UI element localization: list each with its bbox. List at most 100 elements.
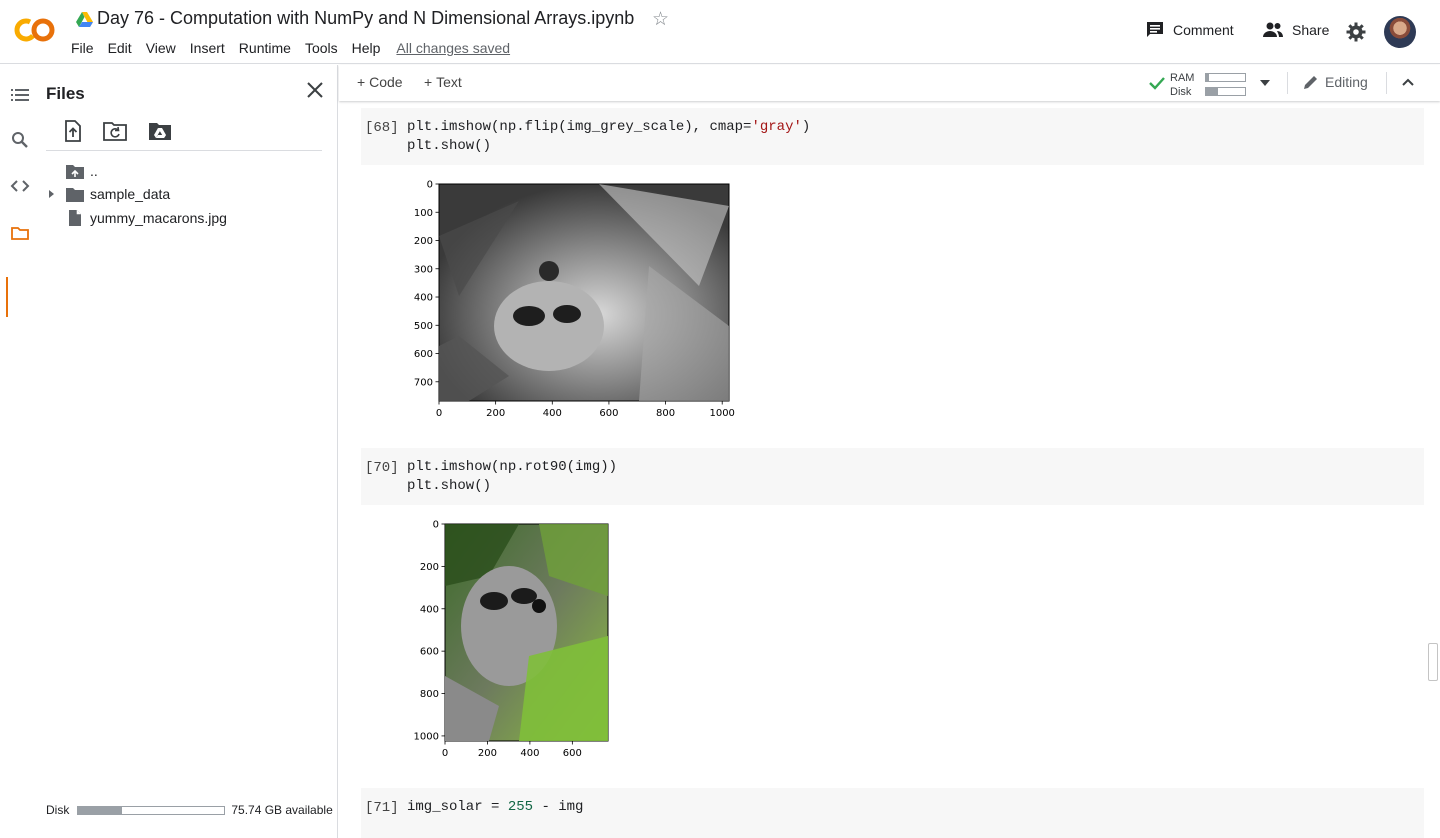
y-tick-label: 800 bbox=[420, 689, 439, 700]
cell-execution-count: [71] bbox=[365, 800, 399, 816]
cell-output-plot: 0 100 200 300 400 500 600 700 0 200 400 600 800 1000 bbox=[399, 176, 739, 431]
menu-bar: File Edit View Insert Runtime Tools Help… bbox=[71, 40, 524, 56]
add-code-button[interactable]: + Code bbox=[357, 74, 403, 90]
gear-icon[interactable] bbox=[1346, 22, 1366, 42]
user-avatar[interactable] bbox=[1384, 16, 1416, 48]
y-tick-label: 700 bbox=[414, 377, 433, 388]
refresh-folder-icon[interactable] bbox=[103, 120, 127, 142]
y-tick-label: 400 bbox=[420, 604, 439, 615]
y-tick-label: 1000 bbox=[414, 731, 439, 742]
menu-file[interactable]: File bbox=[71, 40, 94, 56]
dropdown-icon[interactable] bbox=[1260, 80, 1270, 86]
add-text-button[interactable]: + Text bbox=[424, 74, 462, 90]
pencil-icon bbox=[1304, 76, 1317, 89]
code-editor[interactable]: plt.imshow(np.rot90(img)) plt.show() bbox=[407, 458, 617, 496]
x-tick-label: 400 bbox=[520, 748, 539, 759]
y-tick-label: 0 bbox=[427, 180, 433, 191]
y-tick-label: 200 bbox=[420, 562, 439, 573]
disk-available: 75.74 GB available bbox=[231, 803, 333, 817]
x-tick-label: 0 bbox=[436, 408, 442, 419]
code-cell[interactable]: [71] img_solar = 255 - img bbox=[361, 788, 1424, 838]
mount-drive-icon[interactable] bbox=[148, 120, 172, 142]
menu-runtime[interactable]: Runtime bbox=[239, 40, 291, 56]
code-text: ) bbox=[801, 119, 811, 135]
plus-icon: + bbox=[424, 74, 437, 90]
expand-arrow-icon[interactable] bbox=[46, 189, 56, 199]
menu-view[interactable]: View bbox=[146, 40, 176, 56]
chevron-up-icon[interactable] bbox=[1402, 78, 1414, 86]
add-text-label: Text bbox=[436, 74, 462, 90]
menu-insert[interactable]: Insert bbox=[190, 40, 225, 56]
disk-usage-bar bbox=[1205, 87, 1246, 96]
editing-label: Editing bbox=[1325, 74, 1368, 90]
x-axis-ticks: 0 200 400 600 bbox=[442, 741, 582, 759]
code-text: img_solar = bbox=[407, 799, 508, 815]
cell-output-plot: 0 200 400 600 800 1000 0 200 400 600 bbox=[399, 516, 659, 771]
code-text: plt.show() bbox=[407, 138, 492, 154]
notebook-title[interactable]: Day 76 - Computation with NumPy and N Di… bbox=[97, 8, 634, 29]
y-tick-label: 100 bbox=[414, 208, 433, 219]
menu-edit[interactable]: Edit bbox=[108, 40, 132, 56]
toolbar-divider bbox=[1287, 72, 1288, 94]
save-status[interactable]: All changes saved bbox=[396, 40, 510, 56]
disk-label: Disk bbox=[1170, 86, 1192, 98]
folder-icon[interactable] bbox=[10, 223, 30, 243]
y-tick-label: 200 bbox=[414, 236, 433, 247]
x-tick-label: 1000 bbox=[709, 408, 734, 419]
code-text: plt.imshow(np.flip(img_grey_scale), cmap… bbox=[407, 119, 752, 135]
code-string: 'gray' bbox=[751, 119, 802, 135]
tree-item-sample-data[interactable]: sample_data bbox=[46, 183, 170, 205]
code-cell[interactable]: [68] plt.imshow(np.flip(img_grey_scale),… bbox=[361, 108, 1424, 165]
plus-icon: + bbox=[357, 74, 370, 90]
upload-file-icon[interactable] bbox=[61, 120, 85, 142]
disk-label: Disk bbox=[46, 803, 70, 817]
color-raccoon-image bbox=[444, 523, 609, 742]
ram-usage-fill bbox=[1206, 74, 1210, 81]
editing-mode-button[interactable]: Editing bbox=[1303, 74, 1368, 90]
tree-item-yummy-macarons[interactable]: yummy_macarons.jpg bbox=[66, 207, 227, 229]
code-editor[interactable]: img_solar = 255 - img bbox=[407, 798, 583, 817]
code-cell[interactable]: [70] plt.imshow(np.rot90(img)) plt.show(… bbox=[361, 448, 1424, 505]
code-editor[interactable]: plt.imshow(np.flip(img_grey_scale), cmap… bbox=[407, 118, 810, 156]
tree-item-parent[interactable]: .. bbox=[66, 160, 98, 182]
scrollbar-thumb[interactable] bbox=[1428, 643, 1438, 681]
colab-logo-icon[interactable] bbox=[14, 16, 56, 44]
menu-help[interactable]: Help bbox=[352, 40, 381, 56]
cell-execution-count: [68] bbox=[365, 120, 399, 136]
active-indicator bbox=[6, 277, 8, 317]
code-number: 255 bbox=[507, 799, 534, 815]
color-raccoon-plot: 0 200 400 600 800 1000 0 200 400 600 bbox=[414, 520, 609, 759]
app-header: Day 76 - Computation with NumPy and N Di… bbox=[0, 0, 1440, 64]
ram-label: RAM bbox=[1170, 72, 1195, 84]
tree-item-label: yummy_macarons.jpg bbox=[90, 210, 227, 226]
x-tick-label: 600 bbox=[563, 748, 582, 759]
disk-usage: Disk 75.74 GB available bbox=[46, 803, 333, 817]
code-text: plt.imshow(np.rot90(img)) bbox=[407, 459, 618, 475]
close-icon[interactable] bbox=[304, 79, 326, 101]
code-snippets-icon[interactable] bbox=[10, 176, 30, 196]
grey-raccoon-plot: 0 100 200 300 400 500 600 700 0 200 400 600 800 1000 bbox=[414, 180, 735, 420]
resources-indicator[interactable]: RAM Disk bbox=[1148, 68, 1273, 98]
check-icon bbox=[1149, 77, 1165, 90]
ram-usage-bar bbox=[1205, 73, 1246, 82]
files-panel: Files .. sample_data yummy_macarons.jpg … bbox=[38, 65, 338, 838]
disk-usage-fill bbox=[78, 806, 123, 814]
add-code-label: Code bbox=[369, 74, 403, 90]
table-of-contents-icon[interactable] bbox=[10, 85, 30, 105]
share-label: Share bbox=[1292, 22, 1330, 38]
tree-item-label: sample_data bbox=[90, 186, 171, 202]
y-axis-ticks: 0 100 200 300 400 500 600 700 bbox=[414, 180, 439, 388]
google-drive-icon[interactable] bbox=[76, 12, 93, 27]
notebook-area: [68] plt.imshow(np.flip(img_grey_scale),… bbox=[339, 101, 1440, 838]
share-button[interactable]: Share bbox=[1262, 20, 1329, 40]
grey-raccoon-image bbox=[438, 183, 730, 402]
comment-button[interactable]: Comment bbox=[1145, 20, 1234, 40]
comment-label: Comment bbox=[1173, 22, 1234, 38]
files-title: Files bbox=[46, 84, 85, 103]
menu-tools[interactable]: Tools bbox=[305, 40, 338, 56]
search-icon[interactable] bbox=[10, 130, 30, 150]
code-text: plt.show() bbox=[407, 478, 492, 494]
star-icon[interactable]: ☆ bbox=[652, 10, 669, 30]
files-toolbar bbox=[46, 115, 322, 151]
y-tick-label: 600 bbox=[414, 349, 433, 360]
